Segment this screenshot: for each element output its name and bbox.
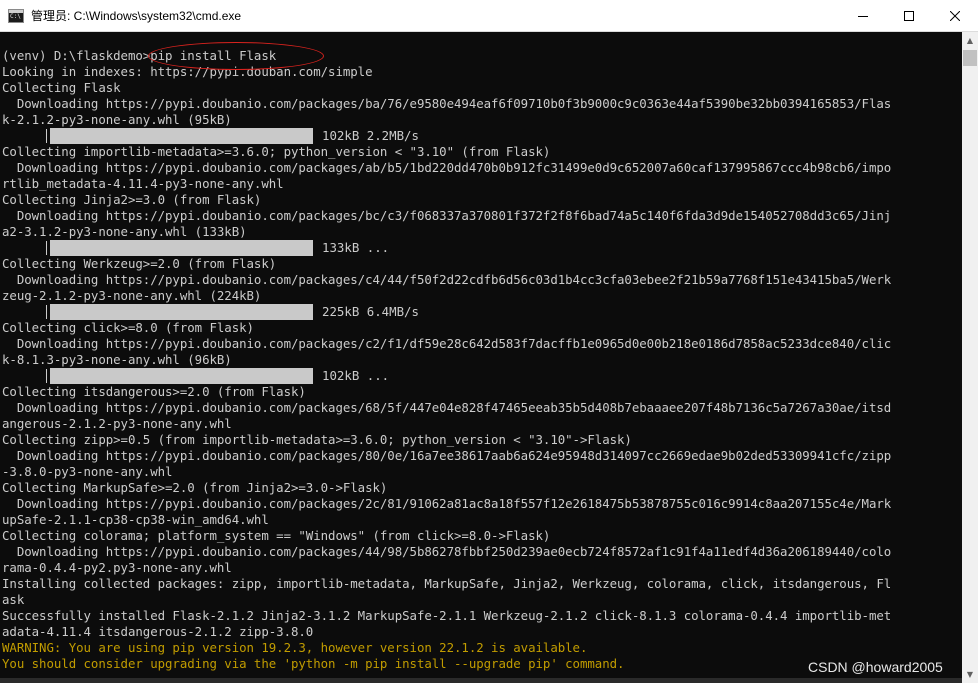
terminal-line: Collecting Werkzeug>=2.0 (from Flask)	[2, 256, 277, 271]
terminal-line: angerous-2.1.2-py3-none-any.whl	[2, 416, 232, 431]
terminal-line: Collecting zipp>=0.5 (from importlib-met…	[2, 432, 632, 447]
title-bar[interactable]: 管理员: C:\Windows\system32\cmd.exe	[0, 0, 978, 32]
download-progress-text: 225kB 6.4MB/s	[322, 304, 419, 319]
download-progress-text: 102kB ...	[322, 368, 390, 383]
next-line-fragment	[0, 678, 962, 683]
vertical-scrollbar[interactable]: ▲ ▼	[962, 32, 978, 683]
terminal-line: Downloading https://pypi.doubanio.com/pa…	[2, 448, 892, 463]
terminal-line: Collecting click>=8.0 (from Flask)	[2, 320, 254, 335]
terminal-output[interactable]: (venv) D:\flaskdemo>pip install Flask Loo…	[0, 32, 962, 683]
download-progress-bar	[46, 304, 313, 320]
csdn-watermark: CSDN @howard2005	[808, 659, 943, 675]
minimize-button[interactable]	[840, 0, 886, 31]
terminal-warning-line: You should consider upgrading via the 'p…	[2, 656, 625, 671]
terminal-line: k-2.1.2-py3-none-any.whl (95kB)	[2, 112, 232, 127]
terminal-line: Downloading https://pypi.doubanio.com/pa…	[2, 336, 892, 351]
terminal-line: Collecting MarkupSafe>=2.0 (from Jinja2>…	[2, 480, 388, 495]
command-highlight-ellipse	[148, 42, 324, 70]
terminal-line: zeug-2.1.2-py3-none-any.whl (224kB)	[2, 288, 262, 303]
cmd-icon[interactable]	[8, 9, 24, 23]
terminal-line: rtlib_metadata-4.11.4-py3-none-any.whl	[2, 176, 284, 191]
terminal-line: Successfully installed Flask-2.1.2 Jinja…	[2, 608, 892, 623]
window-title: 管理员: C:\Windows\system32\cmd.exe	[31, 9, 242, 23]
terminal-line: Collecting Jinja2>=3.0 (from Flask)	[2, 192, 262, 207]
terminal-line: Installing collected packages: zipp, imp…	[2, 576, 892, 591]
terminal-line: adata-4.11.4 itsdangerous-2.1.2 zipp-3.8…	[2, 624, 314, 639]
terminal-line: Collecting Flask	[2, 80, 121, 95]
terminal-line: Collecting importlib-metadata>=3.6.0; py…	[2, 144, 551, 159]
download-progress-text: 102kB 2.2MB/s	[322, 128, 419, 143]
terminal-line: Collecting itsdangerous>=2.0 (from Flask…	[2, 384, 306, 399]
scroll-up-arrow-icon[interactable]: ▲	[962, 32, 978, 49]
terminal-line: upSafe-2.1.1-cp38-cp38-win_amd64.whl	[2, 512, 269, 527]
terminal-line: -3.8.0-py3-none-any.whl	[2, 464, 173, 479]
download-progress-bar	[46, 368, 313, 384]
maximize-button[interactable]	[886, 0, 932, 31]
terminal-line: rama-0.4.4-py2.py3-none-any.whl	[2, 560, 232, 575]
download-progress-text: 133kB ...	[322, 240, 390, 255]
terminal-line: Collecting colorama; platform_system == …	[2, 528, 551, 543]
maximize-icon	[904, 10, 914, 21]
terminal-line: Downloading https://pypi.doubanio.com/pa…	[2, 400, 892, 415]
terminal-line: Downloading https://pypi.doubanio.com/pa…	[2, 96, 892, 111]
terminal-line: Downloading https://pypi.doubanio.com/pa…	[2, 160, 892, 175]
scrollbar-thumb[interactable]	[963, 50, 977, 66]
terminal-line: Downloading https://pypi.doubanio.com/pa…	[2, 496, 892, 511]
terminal-line: k-8.1.3-py3-none-any.whl (96kB)	[2, 352, 232, 367]
terminal-line: Downloading https://pypi.doubanio.com/pa…	[2, 208, 892, 223]
terminal-warning-line: WARNING: You are using pip version 19.2.…	[2, 640, 588, 655]
download-progress-bar	[46, 240, 313, 256]
download-progress-bar	[46, 128, 313, 144]
minimize-icon	[858, 15, 868, 17]
close-icon	[950, 10, 960, 21]
terminal-line: Downloading https://pypi.doubanio.com/pa…	[2, 544, 892, 559]
close-button[interactable]	[932, 0, 978, 31]
terminal-line: a2-3.1.2-py3-none-any.whl (133kB)	[2, 224, 247, 239]
terminal-line: Downloading https://pypi.doubanio.com/pa…	[2, 272, 892, 287]
terminal-line: ask	[2, 592, 25, 607]
scroll-down-arrow-icon[interactable]: ▼	[962, 666, 978, 683]
